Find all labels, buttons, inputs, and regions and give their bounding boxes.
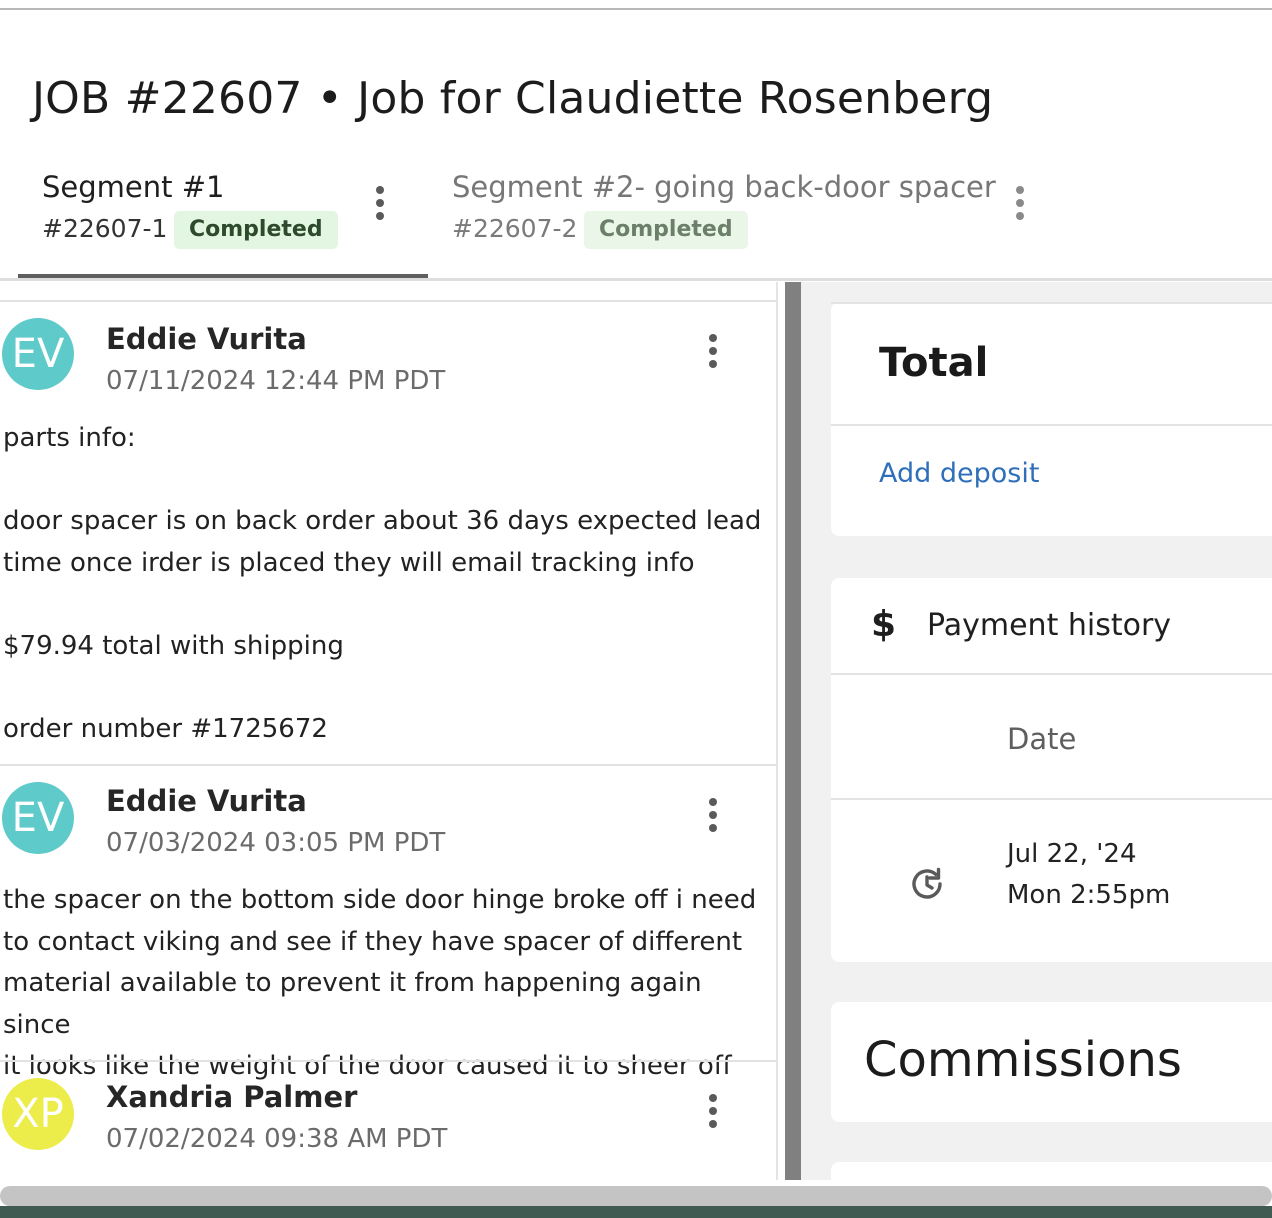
note-kebab-menu-icon[interactable] [701, 334, 725, 368]
note-author: Eddie Vurita [106, 322, 307, 356]
column-header-date: Date [1007, 722, 1077, 756]
tabs-divider [0, 278, 1272, 281]
tab-number: #22607-1 [42, 214, 168, 243]
note-kebab-menu-icon[interactable] [701, 1094, 725, 1128]
commissions-card: Commissions [831, 1002, 1272, 1122]
payment-time: Mon 2:55pm [1007, 880, 1171, 910]
note-item: EV Eddie Vurita 07/03/2024 03:05 PM PDT … [0, 764, 778, 1081]
dollar-icon: $ [871, 604, 897, 645]
note-timestamp: 07/02/2024 09:38 AM PDT [106, 1124, 448, 1154]
tab-name: Segment #2- going back-door spacer [452, 170, 996, 204]
payment-date: Jul 22, '24 [1007, 839, 1137, 869]
note-body: parts info: door spacer is on back order… [3, 423, 762, 744]
note-author: Xandria Palmer [106, 1080, 358, 1114]
payment-history-title: Payment history [927, 608, 1172, 643]
note-kebab-menu-icon[interactable] [701, 798, 725, 832]
payment-datetime: Jul 22, '24 Mon 2:55pm [1007, 834, 1170, 916]
top-divider [0, 8, 1272, 10]
avatar: EV [2, 318, 74, 390]
total-card: Total Add deposit [831, 302, 1272, 536]
next-card [831, 1162, 1272, 1186]
tab-segment-2[interactable]: Segment #2- going back-door spacer #2260… [452, 168, 1052, 278]
notes-feed[interactable]: EV Eddie Vurita 07/11/2024 12:44 PM PDT … [0, 282, 778, 1180]
feed-border [776, 282, 778, 1180]
commissions-title: Commissions [864, 1032, 1182, 1088]
tab-segment-1[interactable]: Segment #1 #22607-1 Completed [18, 168, 428, 278]
note-item: XP Xandria Palmer 07/02/2024 09:38 AM PD… [0, 1060, 778, 1180]
note-item: EV Eddie Vurita 07/11/2024 12:44 PM PDT … [0, 300, 778, 764]
status-badge: Completed [584, 211, 748, 249]
kebab-menu-icon[interactable] [1008, 186, 1032, 220]
tab-name: Segment #1 [42, 170, 225, 204]
note-author: Eddie Vurita [106, 784, 307, 818]
note-body: the spacer on the bottom side door hinge… [3, 885, 757, 1081]
kebab-menu-icon[interactable] [368, 186, 392, 220]
history-icon [912, 867, 942, 899]
page-title: JOB #22607 • Job for Claudiette Rosenber… [32, 73, 994, 125]
note-timestamp: 07/11/2024 12:44 PM PDT [106, 366, 446, 396]
pane-splitter[interactable] [785, 282, 801, 1180]
desktop-background [0, 1206, 1272, 1218]
note-timestamp: 07/03/2024 03:05 PM PDT [106, 828, 446, 858]
tab-number: #22607-2 [452, 214, 578, 243]
horizontal-scrollbar[interactable] [0, 1186, 1272, 1206]
avatar: EV [2, 782, 74, 854]
card-divider [831, 673, 1272, 675]
avatar: XP [2, 1078, 74, 1150]
card-divider [831, 424, 1272, 426]
card-divider [831, 302, 1272, 304]
payment-history-card: $ Payment history Date Jul 22, '24 Mon 2… [831, 578, 1272, 962]
status-badge: Completed [174, 211, 338, 249]
total-title: Total [879, 340, 989, 386]
add-deposit-link[interactable]: Add deposit [879, 458, 1039, 489]
card-divider [831, 798, 1272, 800]
